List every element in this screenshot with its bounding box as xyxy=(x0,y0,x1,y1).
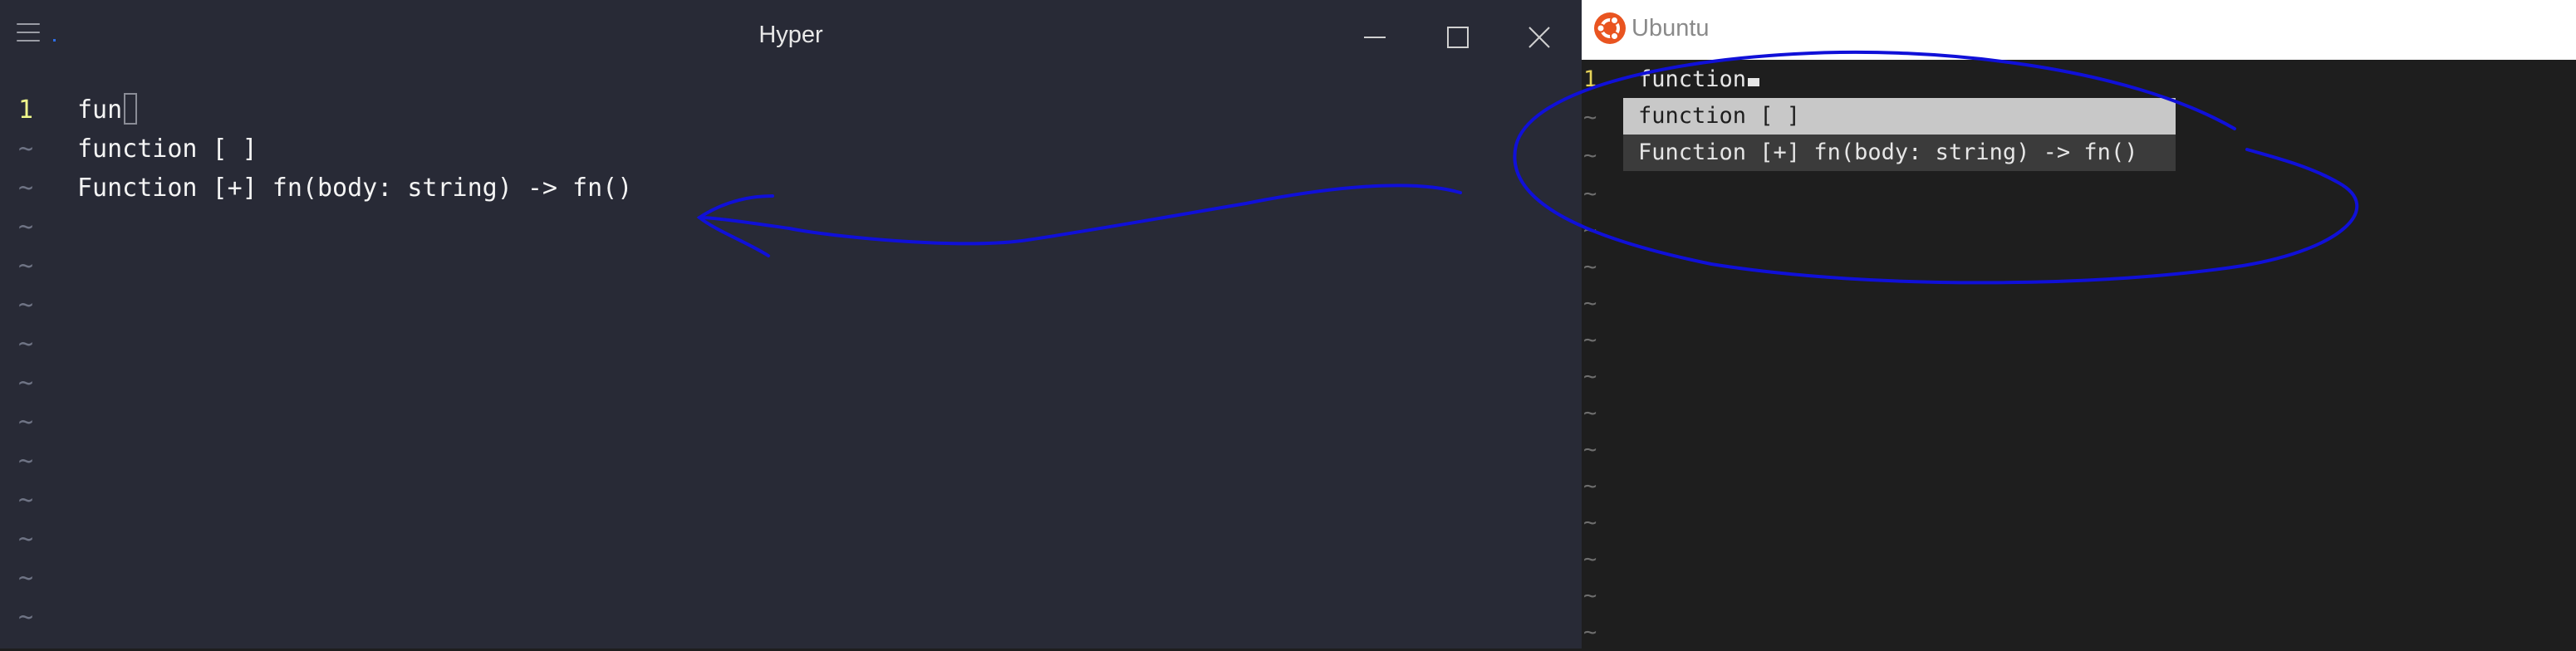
empty-line-marker: ~ xyxy=(1583,327,1597,353)
editor-line: ~ xyxy=(0,521,1582,559)
editor-line: ~ xyxy=(0,599,1582,637)
ubuntu-titlebar: Ubuntu xyxy=(1582,0,2576,60)
editor-line: 1 function xyxy=(1582,61,2576,98)
typed-text: function xyxy=(1638,66,1747,92)
line-text: Function [+] fn(body: string) -> fn() xyxy=(77,174,633,203)
empty-line-marker: ~ xyxy=(18,564,34,593)
editor-line: ~ xyxy=(0,208,1582,247)
empty-line-marker: ~ xyxy=(1583,583,1597,609)
editor-line: ~ xyxy=(1582,176,2576,213)
hyper-window: Hyper 1 fun ~ function [ ] ~ Function [+… xyxy=(0,0,1582,649)
empty-line-marker: ~ xyxy=(1583,105,1597,130)
editor-line: ~ xyxy=(1582,359,2576,395)
minimize-button[interactable] xyxy=(1346,13,1404,61)
editor-line: ~ xyxy=(1582,578,2576,614)
empty-line-marker: ~ xyxy=(1583,619,1597,645)
empty-line-marker: ~ xyxy=(1583,364,1597,389)
editor-line: ~ xyxy=(1582,249,2576,286)
editor-line: ~ xyxy=(0,286,1582,325)
editor-line: ~ function [ ] xyxy=(0,130,1582,169)
empty-line-marker: ~ xyxy=(1583,143,1597,169)
editor-line: ~ xyxy=(1582,395,2576,432)
editor-line: ~ xyxy=(1582,541,2576,578)
empty-line-marker: ~ xyxy=(1583,254,1597,280)
close-icon xyxy=(1528,27,1550,48)
completion-popup: function [ ] Function [+] fn(body: strin… xyxy=(1623,98,2176,171)
typed-text: fun xyxy=(77,95,123,125)
empty-line-marker: ~ xyxy=(1583,510,1597,536)
ubuntu-logo-icon xyxy=(1594,12,1626,44)
window-title: Ubuntu xyxy=(1631,15,1710,42)
completion-item[interactable]: function [ ] xyxy=(1623,98,2176,135)
minimize-icon xyxy=(1364,37,1386,38)
empty-line-marker: ~ xyxy=(1583,400,1597,426)
editor-line: ~ xyxy=(0,482,1582,520)
editor-line: ~ xyxy=(0,404,1582,442)
empty-line-marker: ~ xyxy=(18,408,34,437)
editor-line: ~ xyxy=(1582,432,2576,468)
editor-line: ~ xyxy=(0,560,1582,598)
line-number: 1 xyxy=(18,95,34,125)
window-title: Hyper xyxy=(758,22,823,48)
text-cursor xyxy=(1748,78,1760,86)
empty-line-marker: ~ xyxy=(1583,181,1597,207)
empty-line-marker: ~ xyxy=(18,330,34,359)
empty-line-marker: ~ xyxy=(18,135,34,164)
editor-line: ~ xyxy=(0,365,1582,403)
empty-line-marker: ~ xyxy=(1583,291,1597,316)
empty-line-marker: ~ xyxy=(18,369,34,398)
empty-line-marker: ~ xyxy=(1583,437,1597,463)
empty-line-marker: ~ xyxy=(1583,218,1597,243)
empty-line-marker: ~ xyxy=(18,174,34,203)
line-text: fun xyxy=(77,91,138,130)
empty-line-marker: ~ xyxy=(18,291,34,320)
editor-line: ~ xyxy=(0,326,1582,364)
empty-line-marker: ~ xyxy=(18,603,34,632)
line-text: function [ ] xyxy=(77,135,258,164)
line-number: 1 xyxy=(1583,66,1597,92)
empty-line-marker: ~ xyxy=(18,213,34,242)
ubuntu-window: Ubuntu 1 function ~ ~ ~ ~ ~ ~ ~ ~ ~ ~ ~ … xyxy=(1582,0,2576,649)
editor-line: ~ xyxy=(1582,322,2576,359)
editor-line: ~ xyxy=(1582,505,2576,541)
completion-item[interactable]: Function [+] fn(body: string) -> fn() xyxy=(1623,135,2176,171)
empty-line-marker: ~ xyxy=(18,252,34,281)
editor-line: ~ xyxy=(0,443,1582,481)
line-text: function xyxy=(1638,61,1760,98)
empty-line-marker: ~ xyxy=(18,486,34,515)
maximize-button[interactable] xyxy=(1429,13,1487,61)
editor-line: ~ Function [+] fn(body: string) -> fn() xyxy=(0,169,1582,208)
editor-line: ~ xyxy=(1582,213,2576,249)
empty-line-marker: ~ xyxy=(1583,546,1597,572)
editor-line: 1 fun xyxy=(0,91,1582,130)
empty-line-marker: ~ xyxy=(1583,473,1597,499)
editor-line: ~ xyxy=(1582,286,2576,322)
empty-line-marker: ~ xyxy=(18,525,34,554)
text-cursor xyxy=(124,92,138,125)
editor-line: ~ xyxy=(1582,614,2576,651)
close-button[interactable] xyxy=(1510,13,1568,61)
maximize-icon xyxy=(1447,27,1469,48)
empty-line-marker: ~ xyxy=(18,447,34,476)
hyper-titlebar: Hyper xyxy=(0,0,1582,75)
editor-line: ~ xyxy=(1582,468,2576,505)
editor-line: ~ xyxy=(0,247,1582,286)
